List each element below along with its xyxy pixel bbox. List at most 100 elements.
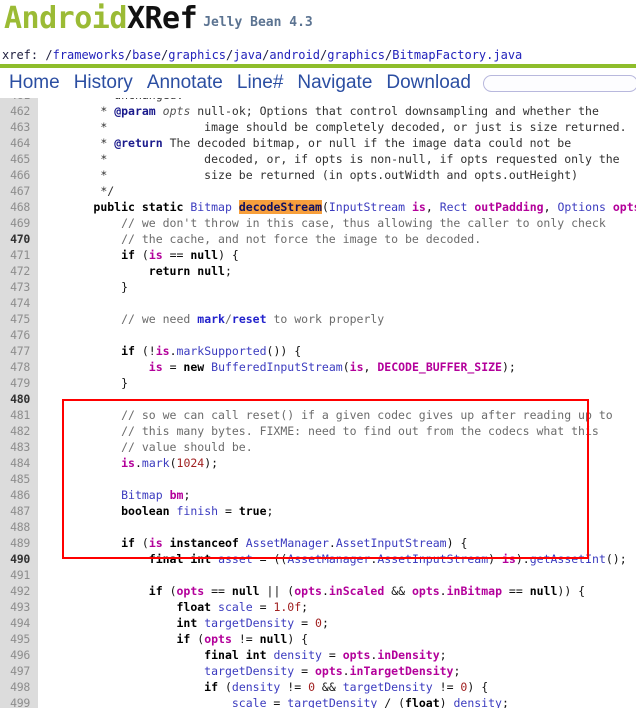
code-line-text: int targetDensity = 0; (176, 616, 329, 630)
breadcrumb: xref: /frameworks/base/graphics/java/and… (0, 46, 636, 64)
code-line-text: // value should be. (121, 440, 253, 454)
code-line-text: public static Bitmap decodeStream(InputS… (93, 200, 636, 214)
code-lines-container: 461 * unchanged.462 * @param opts null-o… (0, 98, 636, 708)
xref-segment-link[interactable]: java (233, 48, 262, 62)
code-line-text: } (38, 376, 129, 390)
release-label: Jelly Bean 4.3 (203, 15, 313, 30)
xref-segment-link[interactable]: android (269, 48, 320, 62)
line-number[interactable]: 476 (0, 327, 30, 343)
code-line: 472 return null; (0, 263, 636, 279)
code-line: 482 // this many bytes. FIXME: need to f… (0, 423, 636, 439)
code-line: 487 boolean finish = true; (0, 503, 636, 519)
line-number[interactable]: 474 (0, 295, 30, 311)
xref-segment-link[interactable]: frameworks (53, 48, 125, 62)
line-number[interactable]: 467 (0, 183, 30, 199)
code-line-text: * image should be completely decoded, or… (100, 120, 627, 134)
line-number[interactable]: 483 (0, 439, 30, 455)
line-number[interactable]: 482 (0, 423, 30, 439)
line-number[interactable]: 499 (0, 695, 30, 708)
code-line: 497 targetDensity = opts.inTargetDensity… (0, 663, 636, 679)
code-line-text: // we don't throw in this case, thus all… (121, 216, 606, 230)
menu-item-linenum[interactable]: Line# (231, 72, 290, 94)
code-line: 478 is = new BufferedInputStream(is, DEC… (0, 359, 636, 375)
masthead: AndroidXRef Jelly Bean 4.3 (0, 0, 636, 46)
code-line-text: * decoded, or, if opts is non-null, if o… (100, 152, 620, 166)
line-number[interactable]: 497 (0, 663, 30, 679)
code-line: 471 if (is == null) { (0, 247, 636, 263)
code-line-text: */ (100, 184, 115, 198)
code-line: 470 // the cache, and not force the imag… (0, 231, 636, 247)
line-number[interactable]: 462 (0, 103, 30, 119)
line-number[interactable]: 470 (0, 231, 30, 247)
code-line-text: // we need mark/reset to work properly (121, 312, 385, 326)
code-line: 473 } (0, 279, 636, 295)
line-number[interactable]: 478 (0, 359, 30, 375)
line-number[interactable]: 475 (0, 311, 30, 327)
code-line-text: return null; (148, 264, 232, 278)
code-line: 496 final int density = opts.inDensity; (0, 647, 636, 663)
code-line: 466 * size be returned (in opts.outWidth… (0, 167, 636, 183)
line-number[interactable]: 498 (0, 679, 30, 695)
xref-segment-link[interactable]: base (132, 48, 161, 62)
menu-item-navigate[interactable]: Navigate (291, 72, 378, 94)
code-line-text: if (opts != null) { (176, 632, 309, 646)
xref-segment-link[interactable]: graphics (168, 48, 226, 62)
search-input[interactable] (482, 74, 636, 92)
code-line-text: * @param opts null-ok; Options that cont… (100, 104, 599, 118)
line-number[interactable]: 491 (0, 567, 30, 583)
xref-slash: / (124, 48, 133, 62)
line-number[interactable]: 472 (0, 263, 30, 279)
code-line: 475 // we need mark/reset to work proper… (0, 311, 636, 327)
xref-segment-link[interactable]: BitmapFactory.java (392, 48, 522, 62)
line-number[interactable]: 496 (0, 647, 30, 663)
code-line: 465 * decoded, or, if opts is non-null, … (0, 151, 636, 167)
code-line: 493 float scale = 1.0f; (0, 599, 636, 615)
line-number[interactable]: 466 (0, 167, 30, 183)
line-number[interactable]: 486 (0, 487, 30, 503)
menu-item-annotate[interactable]: Annotate (141, 72, 229, 94)
line-number[interactable]: 464 (0, 135, 30, 151)
line-number[interactable]: 471 (0, 247, 30, 263)
line-number[interactable]: 492 (0, 583, 30, 599)
code-line: 467 */ (0, 183, 636, 199)
line-number[interactable]: 488 (0, 519, 30, 535)
xref-segment-link[interactable]: graphics (327, 48, 385, 62)
code-line-text: final int density = opts.inDensity; (204, 648, 447, 662)
xref-label: xref: (2, 48, 46, 62)
code-line: 464 * @return The decoded bitmap, or nul… (0, 135, 636, 151)
line-number[interactable]: 495 (0, 631, 30, 647)
code-line: 494 int targetDensity = 0; (0, 615, 636, 631)
code-line-text: boolean finish = true; (121, 504, 274, 518)
xref-path-segments[interactable]: /frameworks/base/graphics/java/android/g… (45, 48, 522, 62)
source-code-view[interactable]: 461 * unchanged.462 * @param opts null-o… (0, 98, 636, 708)
code-line: 480 (0, 391, 636, 407)
line-number[interactable]: 465 (0, 151, 30, 167)
code-line-text: if (is instanceof AssetManager.AssetInpu… (121, 536, 468, 550)
line-number[interactable]: 493 (0, 599, 30, 615)
code-line: 479 } (0, 375, 636, 391)
line-number[interactable]: 480 (0, 391, 30, 407)
line-number[interactable]: 494 (0, 615, 30, 631)
line-number[interactable]: 484 (0, 455, 30, 471)
line-number[interactable]: 477 (0, 343, 30, 359)
line-number[interactable]: 481 (0, 407, 30, 423)
line-number[interactable]: 469 (0, 215, 30, 231)
code-line: 486 Bitmap bm; (0, 487, 636, 503)
menu-item-download[interactable]: Download (380, 72, 477, 94)
code-line: 488 (0, 519, 636, 535)
line-number[interactable]: 487 (0, 503, 30, 519)
code-line-text: if (opts == null || (opts.inScaled && op… (148, 584, 586, 598)
line-number[interactable]: 490 (0, 551, 30, 567)
code-line-text: targetDensity = opts.inTargetDensity; (204, 664, 461, 678)
line-number[interactable]: 485 (0, 471, 30, 487)
line-number[interactable]: 473 (0, 279, 30, 295)
code-line: 491 (0, 567, 636, 583)
menu-item-history[interactable]: History (68, 72, 139, 94)
main-menu-bar: Home History Annotate Line# Navigate Dow… (0, 68, 636, 98)
code-line-text: if (!is.markSupported()) { (121, 344, 302, 358)
line-number[interactable]: 463 (0, 119, 30, 135)
line-number[interactable]: 489 (0, 535, 30, 551)
line-number[interactable]: 468 (0, 199, 30, 215)
line-number[interactable]: 479 (0, 375, 30, 391)
menu-item-home[interactable]: Home (3, 72, 66, 94)
